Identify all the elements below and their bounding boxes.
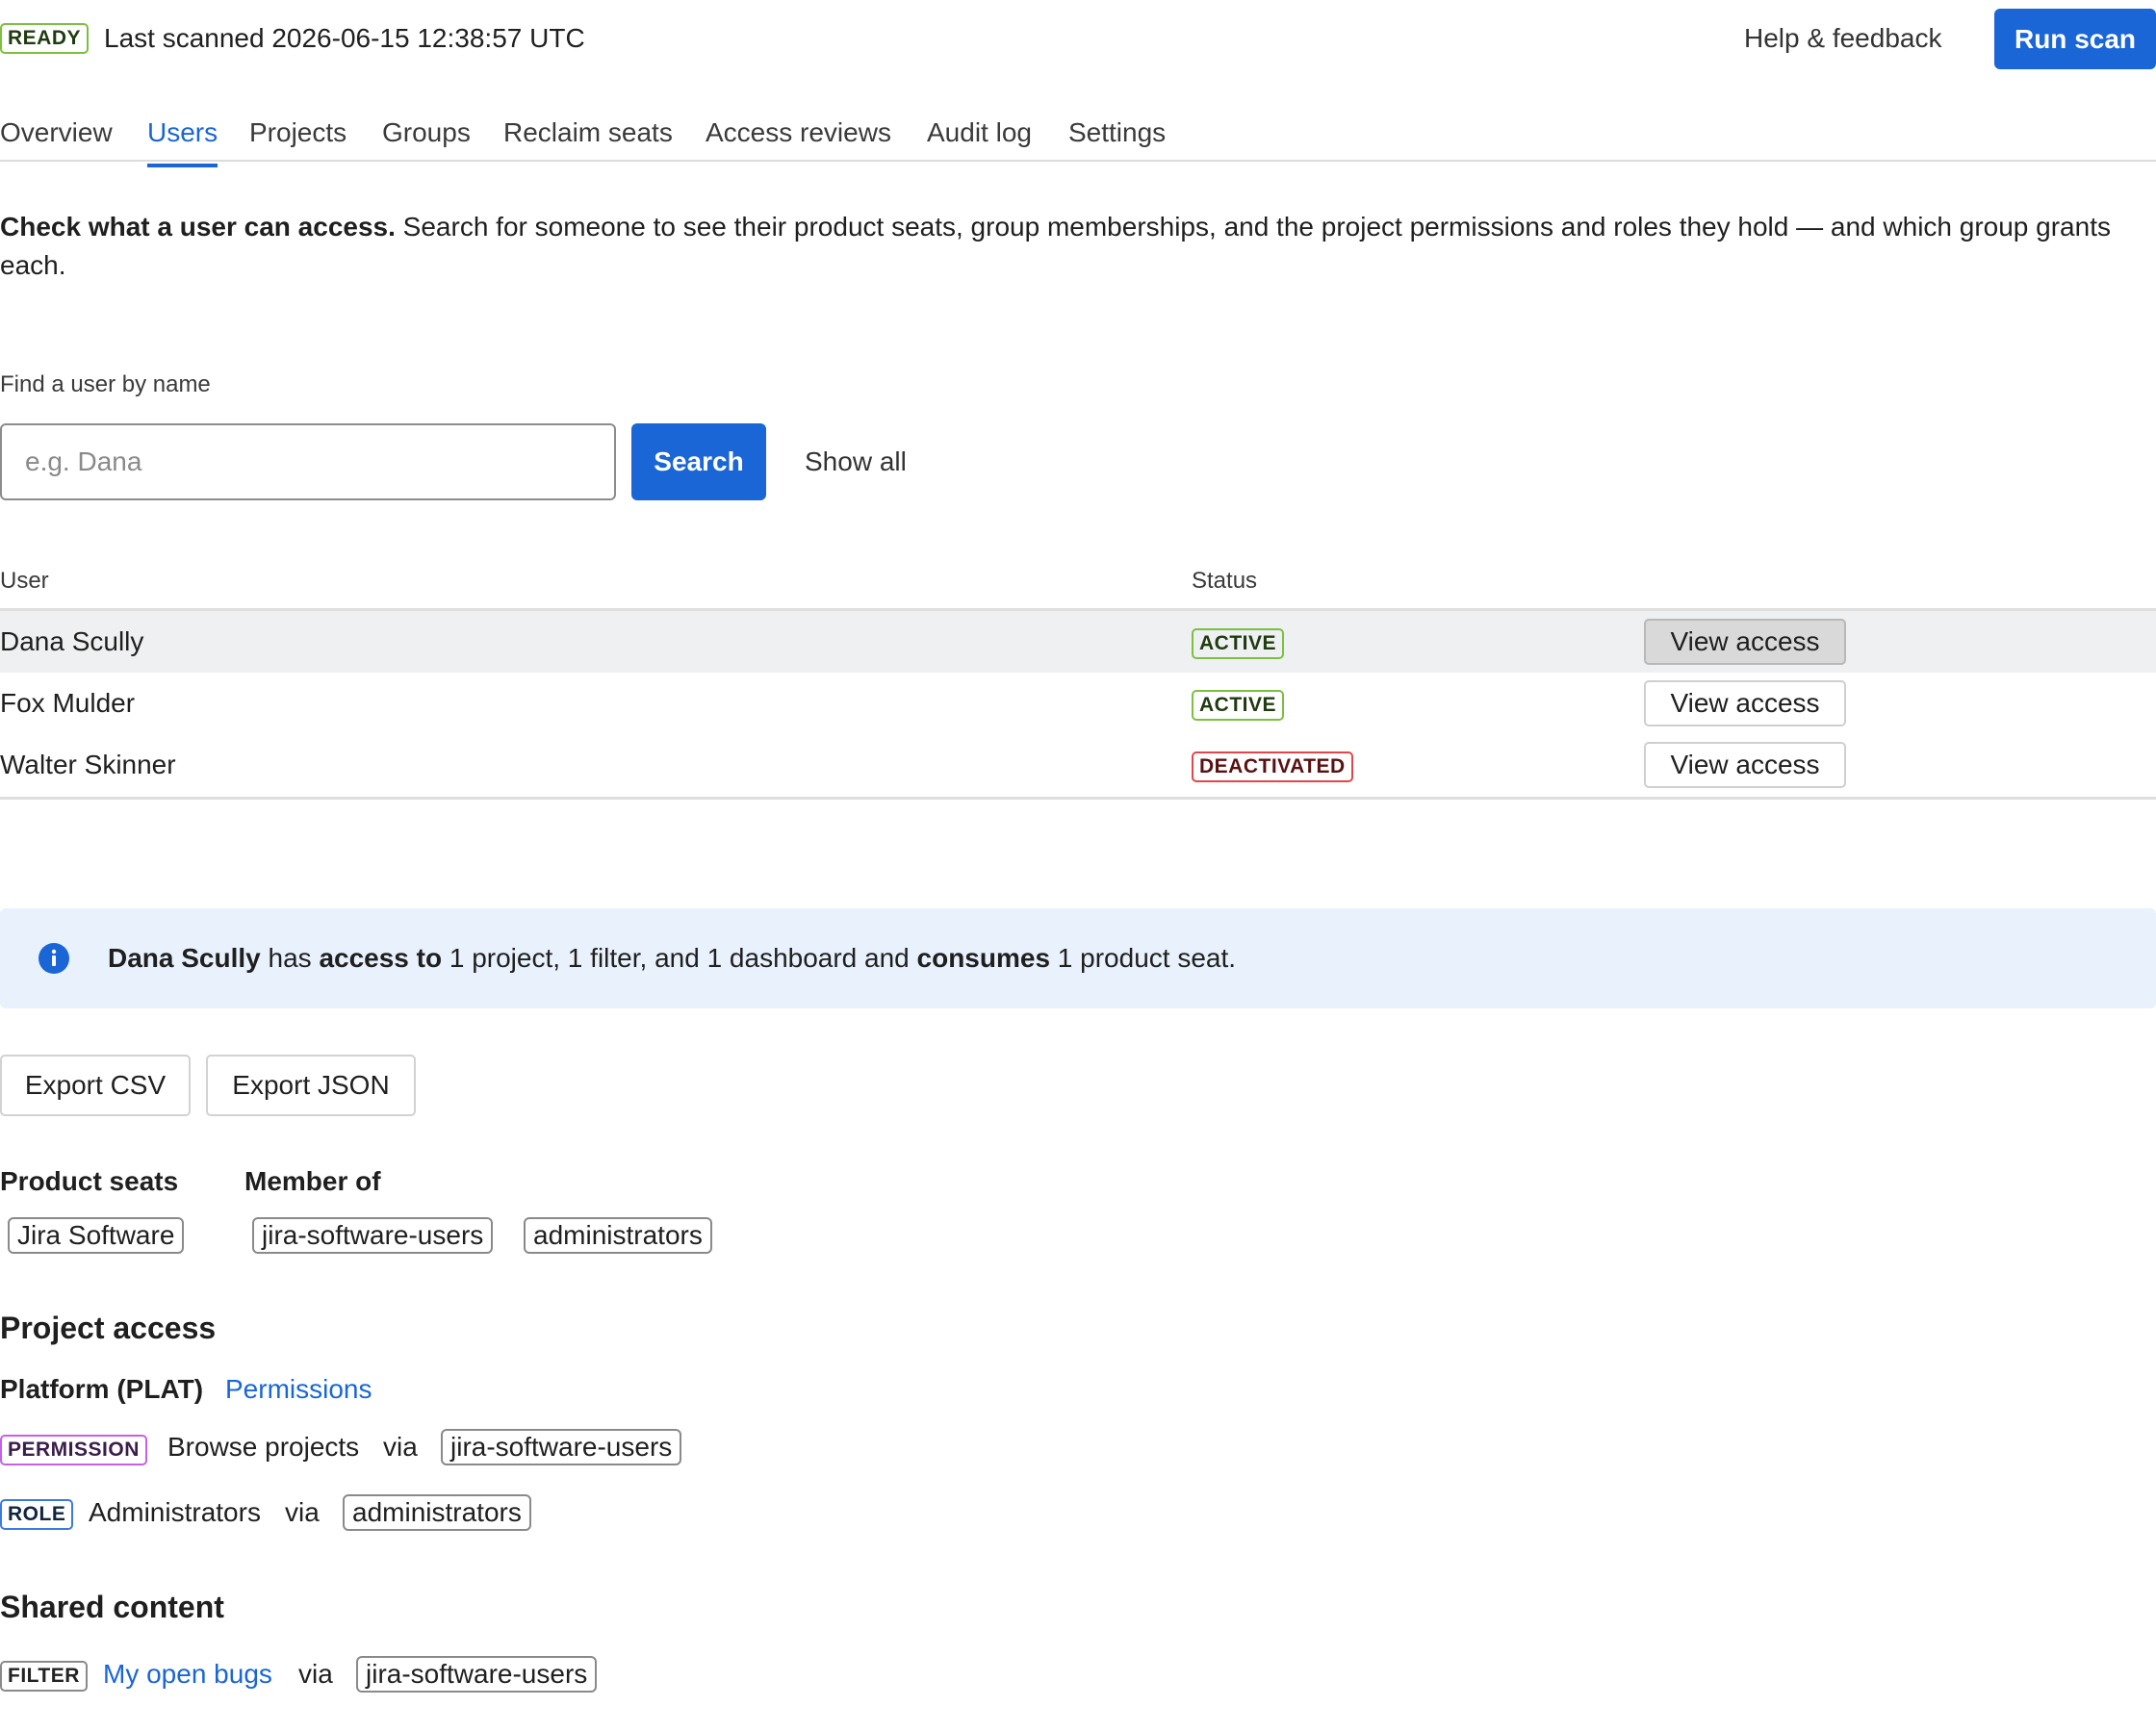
via-text: via (383, 1432, 418, 1462)
view-access-button[interactable]: View access (1644, 619, 1846, 665)
tab-groups[interactable]: Groups (382, 115, 471, 150)
permissions-link[interactable]: Permissions (225, 1372, 372, 1407)
via-text: via (298, 1659, 333, 1689)
page: READY Last scanned 2026-06-15 12:38:57 U… (0, 0, 2156, 1732)
tab-settings[interactable]: Settings (1068, 115, 1166, 150)
status-badge: DEACTIVATED (1192, 751, 1353, 782)
filter-link[interactable]: My open bugs (103, 1657, 272, 1692)
summary-user-name: Dana Scully (108, 943, 261, 973)
tab-audit-log[interactable]: Audit log (927, 115, 1032, 150)
table-row: Fox Mulder ACTIVE View access (0, 673, 2156, 734)
column-header-user: User (0, 568, 49, 594)
search-button[interactable]: Search (631, 423, 766, 500)
run-scan-button[interactable]: Run scan (1994, 9, 2156, 69)
table-row: Walter Skinner DEACTIVATED View access (0, 734, 2156, 796)
info-icon (38, 943, 69, 974)
tab-overview[interactable]: Overview (0, 115, 113, 150)
permission-name: Browse projects (167, 1432, 360, 1462)
project-access-heading: Project access (0, 1311, 217, 1345)
filter-badge: FILTER (0, 1661, 88, 1692)
member-of-heading: Member of (244, 1166, 381, 1196)
user-name: Fox Mulder (0, 688, 136, 718)
tab-access-reviews[interactable]: Access reviews (706, 115, 891, 150)
export-json-button[interactable]: Export JSON (206, 1055, 416, 1116)
role-badge: ROLE (0, 1499, 74, 1530)
group-chip: jira-software-users (441, 1429, 682, 1465)
product-seat-chip: Jira Software (8, 1217, 185, 1254)
tab-projects[interactable]: Projects (249, 115, 346, 150)
summary-bold: consumes (916, 943, 1051, 973)
help-feedback-link[interactable]: Help & feedback (1744, 21, 1941, 56)
view-access-button[interactable]: View access (1644, 742, 1846, 788)
table-bottom-divider (0, 797, 2156, 800)
group-chip: administrators (524, 1217, 712, 1254)
user-search-input[interactable] (0, 423, 616, 500)
scan-status-badge: READY (0, 23, 90, 54)
tab-users[interactable]: Users (147, 115, 218, 167)
top-bar: READY Last scanned 2026-06-15 12:38:57 U… (0, 0, 2156, 77)
tab-reclaim-seats[interactable]: Reclaim seats (503, 115, 673, 150)
show-all-button[interactable]: Show all (805, 445, 907, 479)
table-row: Dana Scully ACTIVE View access (0, 611, 2156, 673)
intro-bold: Check what a user can access. (0, 212, 396, 242)
search-label: Find a user by name (0, 371, 211, 397)
access-summary-banner: Dana Scully has access to 1 project, 1 f… (0, 908, 2156, 1008)
group-chip: jira-software-users (252, 1217, 494, 1254)
main-tabs: Overview Users Projects Groups Reclaim s… (0, 108, 2156, 167)
intro-text: Check what a user can access. Search for… (0, 208, 2118, 285)
last-scanned-text: Last scanned 2026-06-15 12:38:57 UTC (104, 23, 585, 53)
user-name: Walter Skinner (0, 750, 176, 779)
shared-content-heading: Shared content (0, 1590, 224, 1624)
summary-text: 1 product seat. (1050, 943, 1237, 973)
summary-text: 1 project, 1 filter, and 1 dashboard and (442, 943, 917, 973)
summary-bold: access to (319, 943, 443, 973)
group-chip: jira-software-users (356, 1656, 598, 1693)
group-chip: administrators (343, 1494, 531, 1531)
view-access-button[interactable]: View access (1644, 680, 1846, 726)
permission-badge: PERMISSION (0, 1435, 147, 1465)
column-header-status: Status (1192, 568, 1258, 594)
status-badge: ACTIVE (1192, 690, 1285, 721)
role-name: Administrators (89, 1497, 261, 1527)
product-seats-heading: Product seats (0, 1166, 179, 1196)
project-name: Platform (PLAT) (0, 1374, 204, 1404)
via-text: via (285, 1497, 320, 1527)
user-name: Dana Scully (0, 626, 144, 656)
export-csv-button[interactable]: Export CSV (0, 1055, 191, 1116)
status-badge: ACTIVE (1192, 628, 1285, 659)
access-summary-text: Dana Scully has access to 1 project, 1 f… (108, 939, 1236, 978)
summary-text: has (260, 943, 320, 973)
